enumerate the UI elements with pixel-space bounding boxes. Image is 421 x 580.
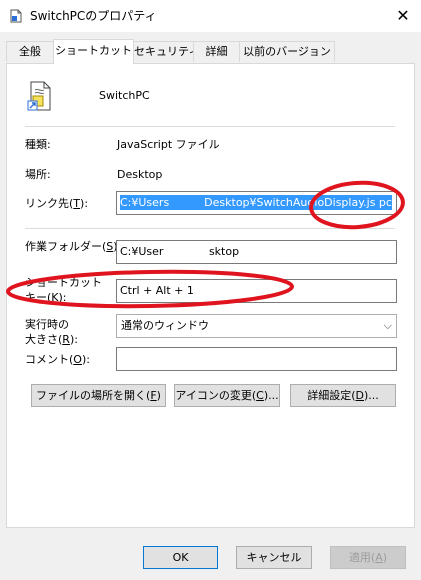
annotation-ellipse-shortcut bbox=[6, 269, 294, 309]
annotation-ellipse-target bbox=[309, 180, 405, 230]
annotation-overlay bbox=[6, 180, 405, 309]
tab-shortcut[interactable]: ショートカット bbox=[53, 39, 134, 64]
